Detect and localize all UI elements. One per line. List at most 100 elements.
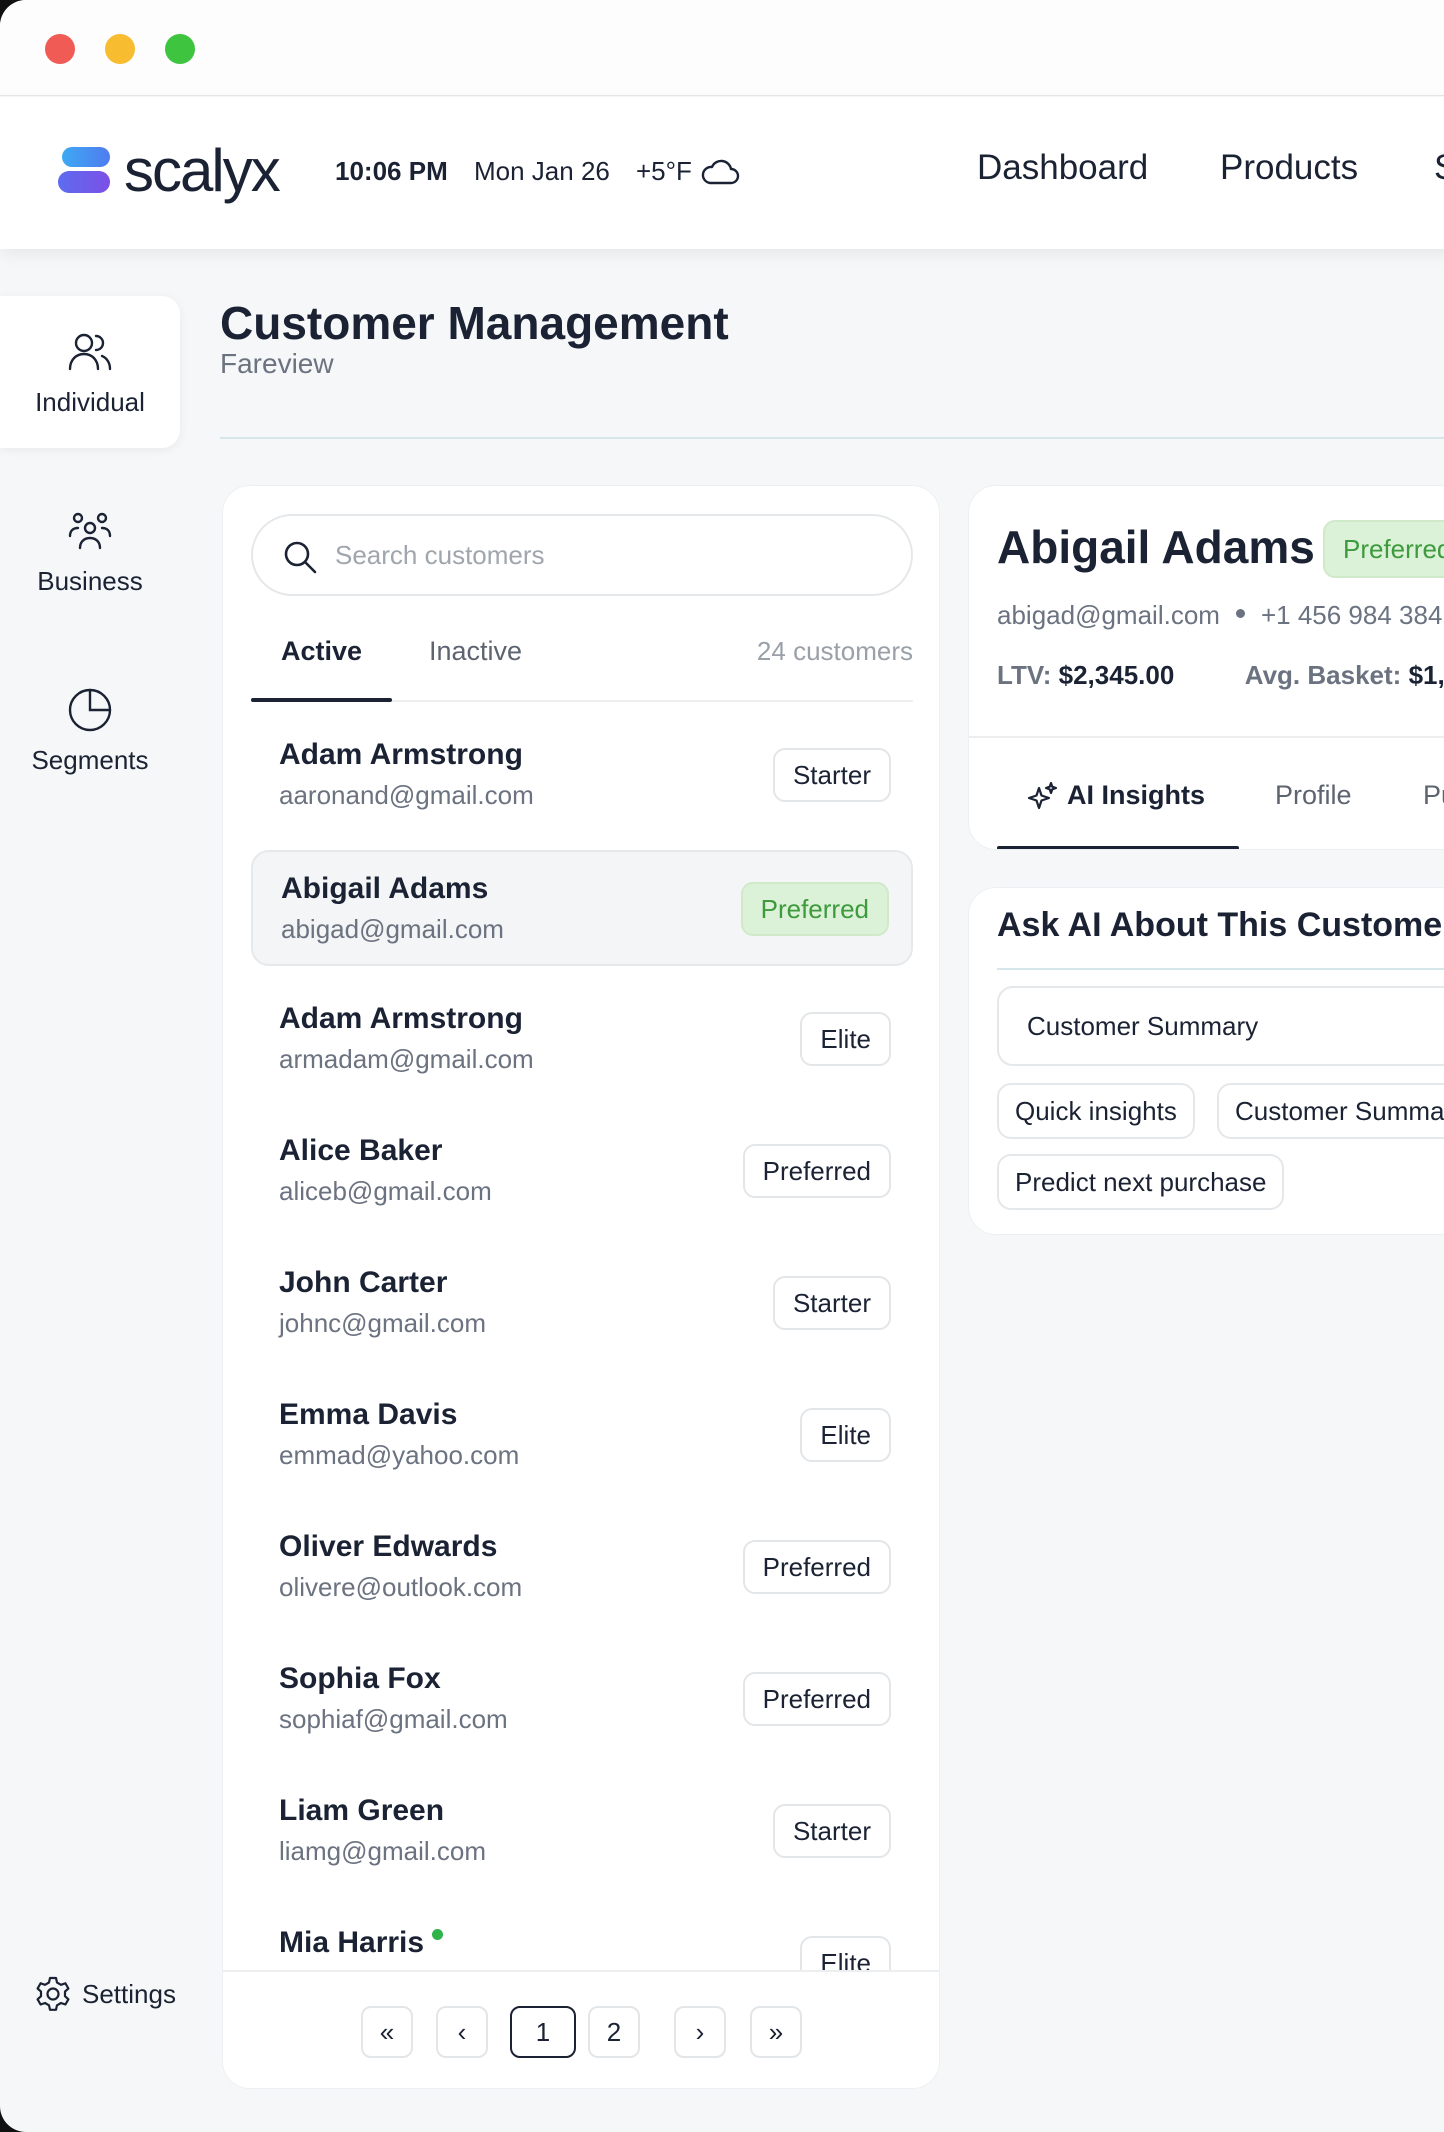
- current-date: Mon Jan 26: [474, 156, 610, 186]
- ai-panel-title: Ask AI About This Customer: [997, 906, 1444, 944]
- nav-products[interactable]: Products: [1220, 148, 1358, 188]
- customer-email: sophiaf@gmail.com: [279, 1704, 508, 1734]
- sidebar-item-individual[interactable]: Individual: [0, 296, 180, 448]
- customer-detail-name: Abigail Adams: [997, 521, 1315, 573]
- customer-name: Emma Davis: [279, 1398, 458, 1431]
- pagination: « ‹ 1 2 › »: [223, 1970, 939, 2088]
- tier-badge: Preferred: [1323, 520, 1444, 578]
- list-item[interactable]: Emma Davis emmad@yahoo.com Elite: [251, 1378, 913, 1494]
- tier-badge: Preferred: [740, 882, 889, 936]
- customer-count: 24 customers: [756, 636, 913, 666]
- customer-list: Adam Armstrong aaronand@gmail.com Starte…: [251, 718, 913, 2038]
- close-window-button[interactable]: [45, 34, 75, 64]
- list-item[interactable]: Adam Armstrong armadam@gmail.com Elite: [251, 982, 913, 1098]
- customer-name: Adam Armstrong: [279, 738, 523, 771]
- ai-assistant-panel: Ask AI About This Customer Customer Summ…: [968, 887, 1444, 1235]
- first-page-button[interactable]: «: [361, 2006, 413, 2058]
- page-2-button[interactable]: 2: [588, 2006, 640, 2058]
- app-window: scalyx 10:06 PM Mon Jan 26 +5°F Dashboar…: [0, 0, 1444, 2132]
- active-tab-indicator: [251, 698, 392, 702]
- page-title: Customer Management: [220, 297, 729, 349]
- nav-item-truncated[interactable]: S: [1434, 148, 1444, 188]
- nav-dashboard[interactable]: Dashboard: [977, 148, 1148, 188]
- window-titlebar: [0, 0, 1444, 96]
- tab-inactive[interactable]: Inactive: [429, 636, 522, 700]
- logo-icon: [58, 143, 112, 199]
- tier-badge: Starter: [772, 748, 891, 802]
- tab-truncated[interactable]: Pu: [1423, 780, 1444, 811]
- settings-label: Settings: [82, 1978, 176, 2009]
- list-item[interactable]: Oliver Edwards olivere@outlook.com Prefe…: [251, 1510, 913, 1626]
- gear-icon: [36, 1976, 70, 2011]
- tab-profile[interactable]: Profile: [1275, 780, 1352, 811]
- brand-logo[interactable]: scalyx: [58, 137, 281, 204]
- search-field[interactable]: [251, 514, 913, 596]
- sidebar-item-business[interactable]: Business: [0, 475, 180, 627]
- tier-badge: Elite: [800, 1408, 891, 1462]
- avg-basket-value: $1,1: [1408, 660, 1444, 690]
- page-1-button[interactable]: 1: [510, 2006, 576, 2058]
- tab-active[interactable]: Active: [281, 636, 362, 700]
- cloud-icon: [701, 159, 740, 185]
- sidebar-item-label: Business: [37, 565, 143, 596]
- sidebar-item-label: Segments: [31, 744, 149, 775]
- search-icon: [284, 541, 317, 574]
- active-tab-indicator: [997, 846, 1239, 849]
- tier-badge: Preferred: [742, 1144, 891, 1198]
- quick-insights-chip[interactable]: Quick insights: [997, 1083, 1195, 1139]
- sidebar-item-label: Individual: [35, 386, 145, 417]
- ltv-value: $2,345.00: [1058, 660, 1175, 690]
- page-subtitle: Fareview: [220, 348, 334, 379]
- customer-detail-phone[interactable]: +1 456 984 384: [1261, 600, 1442, 630]
- predict-next-purchase-chip[interactable]: Predict next purchase: [997, 1154, 1285, 1210]
- customer-email: armadam@gmail.com: [279, 1044, 534, 1074]
- list-item[interactable]: Abigail Adams abigad@gmail.com Preferred: [251, 850, 913, 966]
- previous-page-button[interactable]: ‹: [436, 2006, 488, 2058]
- ai-divider: [997, 968, 1444, 970]
- customer-detail-email[interactable]: abigad@gmail.com: [997, 600, 1220, 630]
- settings-button[interactable]: Settings: [34, 1975, 176, 2013]
- customer-email: liamg@gmail.com: [279, 1836, 486, 1866]
- tier-badge: Starter: [772, 1276, 891, 1330]
- customer-email: emmad@yahoo.com: [279, 1440, 520, 1470]
- maximize-window-button[interactable]: [165, 34, 195, 64]
- tab-label: AI Insights: [1067, 780, 1206, 810]
- customer-email: aliceb@gmail.com: [279, 1176, 492, 1206]
- list-item[interactable]: Sophia Fox sophiaf@gmail.com Preferred: [251, 1642, 913, 1758]
- avg-basket-label: Avg. Basket:: [1244, 660, 1402, 690]
- customer-name: Alice Baker: [279, 1134, 443, 1167]
- list-item[interactable]: John Carter johnc@gmail.com Starter: [251, 1246, 913, 1362]
- detail-divider: [969, 736, 1444, 738]
- next-page-button[interactable]: ›: [674, 2006, 726, 2058]
- tier-badge: Starter: [772, 1804, 891, 1858]
- customer-name: Sophia Fox: [279, 1662, 441, 1695]
- customer-name: Mia Harris: [279, 1926, 425, 1959]
- clock-time: 10:06 PM: [335, 156, 448, 186]
- last-page-button[interactable]: »: [750, 2006, 802, 2058]
- sidebar-item-segments[interactable]: Segments: [0, 654, 180, 806]
- status-tabs: Active Inactive 24 customers: [251, 636, 913, 702]
- brand-name: scalyx: [124, 137, 281, 204]
- search-input[interactable]: [335, 530, 895, 580]
- customer-email: abigad@gmail.com: [281, 914, 504, 944]
- customer-detail-panel: Abigail Adams Preferred abigad@gmail.com…: [968, 485, 1444, 850]
- list-item[interactable]: Alice Baker aliceb@gmail.com Preferred: [251, 1114, 913, 1230]
- list-item[interactable]: Adam Armstrong aaronand@gmail.com Starte…: [251, 718, 913, 834]
- customer-email: olivere@outlook.com: [279, 1572, 523, 1602]
- customer-email: johnc@gmail.com: [279, 1308, 487, 1338]
- tier-badge: Elite: [800, 1012, 891, 1066]
- prompt-select[interactable]: Customer Summary: [997, 986, 1444, 1066]
- tab-ai-insights[interactable]: AI Insights: [1027, 780, 1205, 812]
- pie-chart-icon: [68, 688, 112, 731]
- customer-name: Oliver Edwards: [279, 1530, 498, 1563]
- contact-info: abigad@gmail.com +1 456 984 384: [997, 600, 1442, 631]
- minimize-window-button[interactable]: [105, 34, 135, 64]
- list-item[interactable]: Liam Green liamg@gmail.com Starter: [251, 1774, 913, 1890]
- users-icon: [68, 333, 112, 370]
- separator-dot: [1235, 609, 1245, 618]
- customer-summary-chip[interactable]: Customer Summa: [1217, 1083, 1444, 1139]
- customer-name: John Carter: [279, 1266, 448, 1299]
- customer-list-panel: Active Inactive 24 customers Adam Armstr…: [222, 485, 940, 2089]
- header-divider: [220, 437, 1444, 439]
- tier-badge: Preferred: [742, 1540, 891, 1594]
